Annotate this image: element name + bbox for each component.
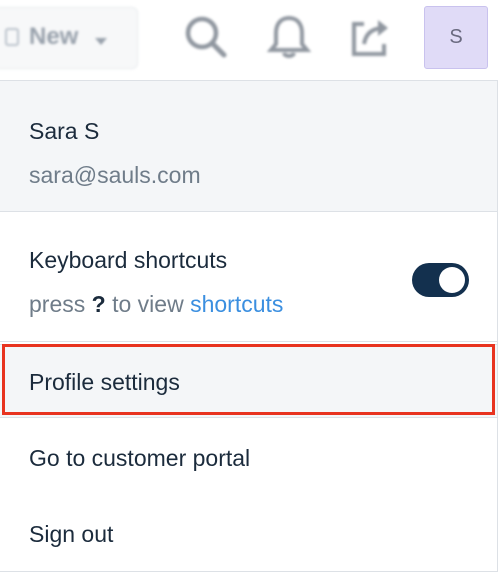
- avatar[interactable]: S: [424, 6, 488, 69]
- hint-prefix: press: [29, 291, 86, 317]
- hint-middle: to view: [112, 291, 184, 317]
- keyboard-shortcuts-toggle[interactable]: [412, 263, 469, 297]
- hint-key: ?: [91, 291, 106, 317]
- shortcuts-link[interactable]: shortcuts: [190, 291, 283, 317]
- share-icon[interactable]: [346, 12, 396, 62]
- keyboard-shortcuts-hint: press ? to view shortcuts: [29, 291, 283, 318]
- menu-item-profile-settings[interactable]: Profile settings: [0, 344, 497, 418]
- toggle-knob: [439, 267, 465, 293]
- bell-icon[interactable]: [264, 12, 314, 62]
- user-name: Sara S: [29, 118, 100, 144]
- menu-item-customer-portal[interactable]: Go to customer portal: [0, 421, 497, 495]
- new-button[interactable]: New: [0, 7, 138, 69]
- user-menu-dropdown: Sara S sara@sauls.com Keyboard shortcuts…: [0, 80, 498, 572]
- search-icon[interactable]: [181, 12, 231, 62]
- keyboard-shortcuts-title: Keyboard shortcuts: [29, 247, 228, 273]
- chevron-down-icon: [95, 38, 107, 45]
- menu-item-sign-out[interactable]: Sign out: [0, 497, 497, 571]
- new-item-icon: [5, 28, 19, 46]
- new-button-label: New: [29, 23, 79, 50]
- avatar-initial: S: [449, 26, 463, 48]
- user-email: sara@sauls.com: [29, 162, 201, 188]
- keyboard-shortcuts-section: Keyboard shortcuts press ? to view short…: [0, 212, 497, 342]
- user-info-section: Sara S sara@sauls.com: [0, 81, 497, 212]
- top-bar: New S: [0, 0, 499, 80]
